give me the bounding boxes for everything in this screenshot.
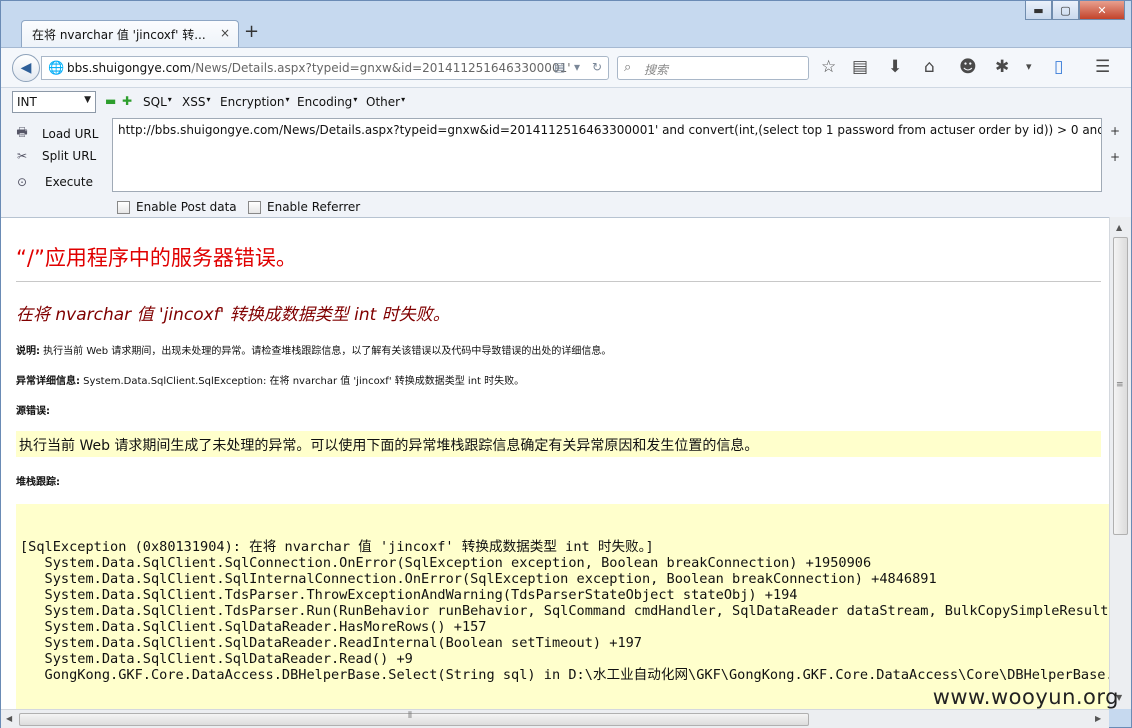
browser-tab[interactable]: 在将 nvarchar 值 'jincoxf' 转... ×	[21, 20, 239, 47]
description-text: 执行当前 Web 请求期间，出现未处理的异常。请检查堆栈跟踪信息，以了解有关该错…	[40, 346, 612, 357]
chat-icon[interactable]: ☻	[959, 57, 977, 77]
hscroll-grip-icon: ⦀	[408, 711, 412, 721]
menu-xss[interactable]: XSS▾	[182, 95, 210, 109]
watermark: www.wooyun.org	[932, 685, 1119, 709]
exception-line: 异常详细信息: System.Data.SqlClient.SqlExcepti…	[16, 372, 524, 387]
scroll-left-icon[interactable]: ◀	[6, 714, 12, 723]
load-url-button[interactable]: 🖶 Load URL	[13, 123, 98, 144]
title-bar: ▬ ▢ ✕ 在将 nvarchar 值 'jincoxf' 转... × +	[1, 1, 1131, 47]
page-content: “/”应用程序中的服务器错误。 在将 nvarchar 值 'jincoxf' …	[1, 217, 1109, 709]
divider	[16, 281, 1101, 282]
menu-encryption-label: Encryption	[220, 95, 285, 109]
select-arrow-icon: ▼	[84, 95, 91, 105]
source-error-line: 源错误:	[16, 402, 50, 417]
enable-referrer-label: Enable Referrer	[267, 200, 361, 214]
menu-sql[interactable]: SQL▾	[143, 95, 172, 109]
back-button[interactable]: ◀	[12, 54, 40, 82]
load-url-icon: 🖶	[16, 125, 28, 139]
horizontal-scroll-thumb[interactable]	[19, 713, 809, 726]
firebug-dropdown-icon[interactable]: ▾	[1026, 60, 1032, 73]
bookmark-star-icon[interactable]: ☆	[821, 57, 836, 77]
hackbar-panel: INT ▼ ▬ ✚ SQL▾ XSS▾ Encryption▾ Encoding…	[1, 87, 1131, 217]
browser-window: ▬ ▢ ✕ 在将 nvarchar 值 'jincoxf' 转... × + ◀…	[0, 0, 1132, 728]
window-controls: ▬ ▢ ✕	[1025, 1, 1125, 21]
globe-icon: 🌐	[48, 61, 65, 76]
download-icon[interactable]: ⬇	[888, 57, 902, 77]
expand-top-icon[interactable]: +	[1110, 124, 1120, 138]
stack-trace-line: 堆栈跟踪:	[16, 473, 60, 488]
referrer-checkbox-box[interactable]	[248, 200, 261, 214]
menu-encoding-label: Encoding	[297, 95, 353, 109]
search-icon: ⌕	[624, 60, 632, 75]
exception-label: 异常详细信息:	[16, 376, 80, 387]
address-bar[interactable]: 🌐 bbs.shuigongye.com/News/Details.aspx?t…	[41, 56, 609, 80]
search-placeholder: 搜索	[644, 63, 669, 77]
load-url-label: Load URL	[42, 126, 99, 141]
maximize-button[interactable]: ▢	[1052, 1, 1079, 20]
execute-label: Execute	[45, 175, 93, 189]
horizontal-scrollbar[interactable]: ◀ ⦀ ▶	[1, 709, 1109, 728]
bookmarks-list-icon[interactable]: ▤	[852, 57, 868, 77]
firebug-icon[interactable]: ✱	[995, 57, 1009, 77]
source-error-box: 执行当前 Web 请求期间生成了未处理的异常。可以使用下面的异常堆栈跟踪信息确定…	[16, 431, 1101, 457]
increment-icon[interactable]: ✚	[122, 94, 132, 108]
reload-icon[interactable]: ↻	[592, 60, 602, 74]
enable-post-checkbox[interactable]: Enable Post data	[117, 200, 237, 214]
stack-trace-box: [SqlException (0x80131904): 在将 nvarchar …	[16, 504, 1109, 709]
page-heading: “/”应用程序中的服务器错误。	[16, 246, 297, 270]
exception-text: System.Data.SqlClient.SqlException: 在将 n…	[80, 376, 525, 387]
split-url-button[interactable]: ✂ Split URL	[13, 149, 96, 163]
tab-title: 在将 nvarchar 值 'jincoxf' 转...	[32, 28, 206, 42]
scroll-up-icon[interactable]: ▲	[1116, 223, 1122, 232]
new-tab-button[interactable]: +	[244, 21, 259, 42]
menu-xss-label: XSS	[182, 95, 206, 109]
menu-other-label: Other	[366, 95, 401, 109]
close-window-button[interactable]: ✕	[1079, 1, 1125, 20]
minimize-button[interactable]: ▬	[1025, 1, 1052, 20]
description-line: 说明: 执行当前 Web 请求期间，出现未处理的异常。请检查堆栈跟踪信息，以了解…	[16, 342, 611, 357]
dropdown-icon[interactable]: ▾	[574, 60, 580, 74]
menu-icon[interactable]: ☰	[1095, 57, 1110, 77]
type-select[interactable]: INT ▼	[12, 91, 96, 113]
navigation-bar: ◀ 🌐 bbs.shuigongye.com/News/Details.aspx…	[1, 47, 1131, 87]
split-url-icon: ✂	[16, 149, 28, 163]
menu-encryption[interactable]: Encryption▾	[220, 95, 289, 109]
tab-close-icon[interactable]: ×	[220, 26, 230, 40]
address-url: bbs.shuigongye.com/News/Details.aspx?typ…	[67, 61, 571, 75]
menu-sql-label: SQL	[143, 95, 167, 109]
back-arrow-icon: ◀	[20, 60, 32, 76]
enable-post-label: Enable Post data	[136, 200, 237, 214]
hackbar-url-input[interactable]: http://bbs.shuigongye.com/News/Details.a…	[112, 118, 1102, 192]
expand-bottom-icon[interactable]: +	[1110, 150, 1120, 164]
url-path: /News/Details.aspx?typeid=gnxw&id=201411…	[191, 61, 571, 75]
url-host: bbs.shuigongye.com	[67, 61, 192, 75]
home-icon[interactable]: ⌂	[924, 57, 935, 77]
post-checkbox-box[interactable]	[117, 200, 130, 214]
execute-button[interactable]: ⊙ Execute	[13, 175, 93, 189]
reader-view-icon[interactable]: ▤	[554, 60, 565, 74]
error-title: 在将 nvarchar 值 'jincoxf' 转换成数据类型 int 时失败。	[16, 305, 450, 325]
description-label: 说明:	[16, 346, 40, 357]
enable-referrer-checkbox[interactable]: Enable Referrer	[248, 200, 360, 214]
stack-trace-label: 堆栈跟踪:	[16, 477, 60, 488]
scroll-right-icon[interactable]: ▶	[1095, 714, 1101, 723]
split-url-label: Split URL	[42, 149, 97, 163]
menu-other[interactable]: Other▾	[366, 95, 405, 109]
decrement-icon[interactable]: ▬	[105, 94, 116, 108]
vertical-scrollbar[interactable]: ▲ ≡ ▼	[1109, 217, 1131, 709]
source-error-label: 源错误:	[16, 406, 50, 417]
execute-icon: ⊙	[16, 175, 28, 189]
search-bar[interactable]: ⌕ 搜索	[617, 56, 809, 80]
menu-encoding[interactable]: Encoding▾	[297, 95, 357, 109]
notes-icon[interactable]: ▯	[1054, 57, 1063, 77]
scroll-grip-icon: ≡	[1116, 380, 1124, 390]
type-select-value: INT	[17, 95, 37, 109]
